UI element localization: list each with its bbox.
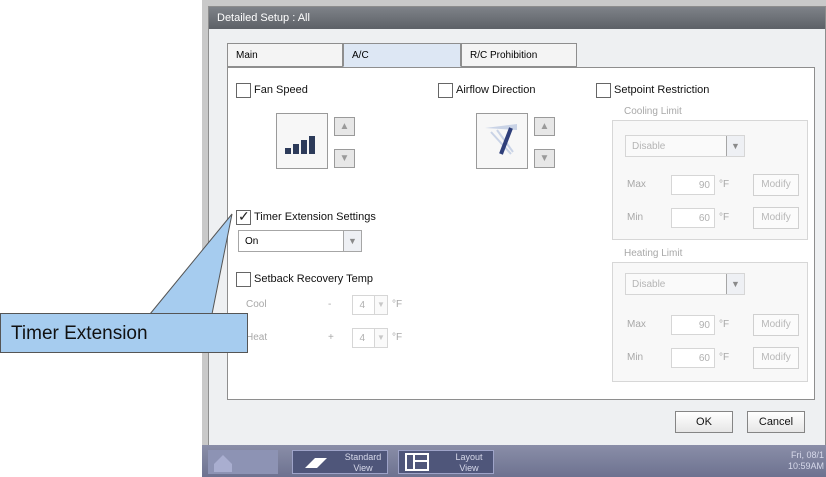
cooling-limit-group: Disable ▼ Max 90 °F Modify Min 60 °F Mod… <box>612 120 808 240</box>
airflow-up-button[interactable]: ▲ <box>534 117 555 136</box>
airflow-direction-icon <box>485 124 517 155</box>
home-icon <box>214 455 232 472</box>
chevron-down-icon: ▼ <box>726 274 744 294</box>
home-button[interactable] <box>208 450 278 474</box>
layout-view-label: Layout View <box>455 452 483 473</box>
datetime-display: Fri, 08/1 10:59AM <box>787 450 824 471</box>
tab-rc-prohibition[interactable]: R/C Prohibition <box>461 43 577 67</box>
chevron-down-icon[interactable]: ▼ <box>374 295 388 315</box>
airflow-direction-checkbox[interactable] <box>438 83 453 98</box>
setback-heat-sign: + <box>328 332 334 343</box>
heating-mode-select[interactable]: Disable ▼ <box>625 273 745 295</box>
standard-view-icon <box>305 458 327 468</box>
heating-limit-label: Heating Limit <box>624 248 683 259</box>
fan-speed-checkbox[interactable] <box>236 83 251 98</box>
taskbar: Standard View Layout View Fri, 08/1 10:5… <box>202 445 826 477</box>
airflow-direction-label: Airflow Direction <box>456 84 536 96</box>
layout-view-button[interactable]: Layout View <box>398 450 494 474</box>
setback-recovery-checkbox[interactable] <box>236 272 251 287</box>
fan-speed-display <box>276 113 328 169</box>
heating-max-modify-button[interactable]: Modify <box>753 314 799 336</box>
setback-cool-value: 4 <box>359 300 365 311</box>
dialog-title: Detailed Setup : All <box>209 7 825 29</box>
cooling-min-unit: °F <box>719 212 730 223</box>
cooling-min-label: Min <box>627 212 644 223</box>
standard-view-button[interactable]: Standard View <box>292 450 388 474</box>
setpoint-restriction-checkbox[interactable] <box>596 83 611 98</box>
setback-cool-sign: - <box>328 299 332 310</box>
cooling-limit-label: Cooling Limit <box>624 106 682 117</box>
setback-recovery-label: Setback Recovery Temp <box>254 273 374 285</box>
heating-limit-group: Disable ▼ Max 90 °F Modify Min 60 °F Mod… <box>612 262 808 382</box>
heating-min-unit: °F <box>719 352 730 363</box>
chevron-down-icon: ▼ <box>726 136 744 156</box>
layout-view-icon <box>405 453 429 471</box>
heating-min-modify-button[interactable]: Modify <box>753 347 799 369</box>
cooling-min-value[interactable]: 60 <box>671 208 715 228</box>
fan-speed-label: Fan Speed <box>254 84 308 96</box>
tab-main[interactable]: Main <box>227 43 343 67</box>
fan-speed-icon <box>285 136 315 154</box>
timer-extension-select[interactable]: On ▼ <box>238 230 362 252</box>
cancel-button[interactable]: Cancel <box>747 411 805 433</box>
chevron-down-icon[interactable]: ▼ <box>374 328 388 348</box>
heating-mode-value: Disable <box>632 279 666 290</box>
setback-cool-unit: °F <box>392 299 403 310</box>
cooling-max-unit: °F <box>719 179 730 190</box>
timer-extension-callout: Timer Extension <box>0 313 248 353</box>
heating-min-label: Min <box>627 352 644 363</box>
setback-heat-value: 4 <box>359 333 365 344</box>
airflow-down-button[interactable]: ▼ <box>534 149 555 168</box>
cooling-mode-value: Disable <box>632 141 666 152</box>
heating-max-value[interactable]: 90 <box>671 315 715 335</box>
heating-max-label: Max <box>627 319 646 330</box>
chevron-down-icon: ▼ <box>343 231 361 251</box>
detailed-setup-dialog: Detailed Setup : All Main A/C R/C Prohib… <box>208 6 826 446</box>
ok-button[interactable]: OK <box>675 411 733 433</box>
airflow-display <box>476 113 528 169</box>
setback-heat-label: Heat <box>246 332 268 343</box>
tab-ac[interactable]: A/C <box>343 43 461 67</box>
cooling-max-value[interactable]: 90 <box>671 175 715 195</box>
cooling-mode-select[interactable]: Disable ▼ <box>625 135 745 157</box>
fan-speed-up-button[interactable]: ▲ <box>334 117 355 136</box>
cooling-max-modify-button[interactable]: Modify <box>753 174 799 196</box>
heating-min-value[interactable]: 60 <box>671 348 715 368</box>
ac-settings-panel: Fan Speed ▲ ▼ Airflow Direction ▲ ▼ Setp… <box>227 67 815 400</box>
standard-view-label: Standard View <box>344 452 382 473</box>
timer-extension-label: Timer Extension Settings <box>254 211 376 223</box>
setpoint-restriction-label: Setpoint Restriction <box>614 84 710 96</box>
setback-heat-unit: °F <box>392 332 403 343</box>
cooling-max-label: Max <box>627 179 646 190</box>
heating-max-unit: °F <box>719 319 730 330</box>
timer-extension-value: On <box>245 236 259 247</box>
setback-cool-label: Cool <box>246 299 267 310</box>
cooling-min-modify-button[interactable]: Modify <box>753 207 799 229</box>
timer-extension-checkbox[interactable] <box>236 208 251 225</box>
fan-speed-down-button[interactable]: ▼ <box>334 149 355 168</box>
